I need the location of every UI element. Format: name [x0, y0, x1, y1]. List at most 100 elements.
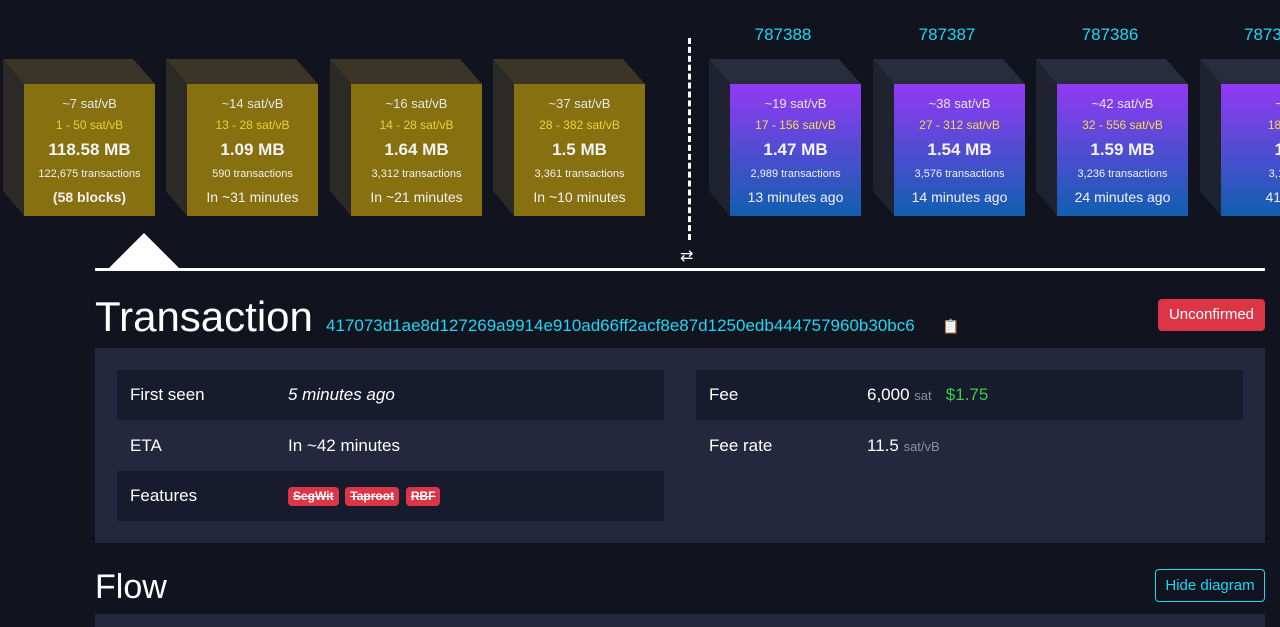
block-side-face	[3, 59, 24, 216]
block-eta: (58 blocks)	[52, 189, 127, 205]
block-height-link[interactable]: 787387	[877, 25, 1017, 45]
block-size: 1.59 MB	[1090, 140, 1155, 159]
fee-rate-row: Fee rate 11.5 sat/vB	[696, 421, 1243, 471]
block-top-face	[873, 59, 1025, 84]
block-fee-range: 14 - 28 sat/vB	[379, 118, 454, 132]
block-size: 1.64 MB	[384, 140, 449, 159]
block-side-face	[709, 59, 730, 216]
hide-diagram-button[interactable]: Hide diagram	[1155, 569, 1265, 602]
fee-rate-value: 11.5	[867, 436, 899, 455]
block-side-face	[330, 59, 351, 216]
mined-block[interactable]: ~19 sat/vB 17 - 156 sat/vB 1.47 MB 2,989…	[709, 59, 861, 216]
block-eta: In ~31 minutes	[206, 189, 299, 205]
block-size: 1.09 MB	[220, 140, 285, 159]
block-height-link[interactable]: 7873	[1204, 25, 1280, 45]
block-eta: In ~10 minutes	[533, 189, 626, 205]
block-median-fee: ~37 sat/vB	[548, 96, 611, 111]
fee-rate-label: Fee rate	[709, 436, 773, 455]
block-tx-count: 2,989 transactions	[750, 168, 841, 180]
eta-row: ETA In ~42 minutes	[117, 421, 664, 471]
block-tx-count: 3,312 transactions	[371, 168, 462, 180]
block-time: 14 minutes ago	[911, 189, 1008, 205]
block-size: 118.58 MB	[48, 140, 131, 159]
block-fee-range: 1 - 50 sat/vB	[55, 118, 124, 132]
features-list: SegWit Taproot RBF	[288, 471, 442, 521]
first-seen-row: First seen 5 minutes ago	[117, 370, 664, 420]
block-height-link[interactable]: 787386	[1040, 25, 1180, 45]
clipboard-icon[interactable]: 📋	[942, 318, 959, 335]
fee-unit: sat	[914, 388, 932, 403]
mined-block[interactable]: ~42 sat/vB 32 - 556 sat/vB 1.59 MB 3,236…	[1036, 59, 1188, 216]
status-badge: Unconfirmed	[1158, 299, 1265, 331]
pending-block[interactable]: ~7 sat/vB 1 - 50 sat/vB 118.58 MB 122,67…	[3, 59, 155, 216]
first-seen-label: First seen	[130, 385, 205, 404]
transaction-details-panel: First seen 5 minutes ago ETA In ~42 minu…	[95, 348, 1265, 543]
block-fee-range: 28 - 382 sat/vB	[539, 118, 620, 132]
block-top-face	[493, 59, 645, 84]
block-side-face	[493, 59, 514, 216]
selected-block-pointer-icon	[106, 233, 182, 271]
blockchain-strip: ~7 sat/vB 1 - 50 sat/vB 118.58 MB 122,67…	[0, 0, 1280, 275]
fee-rate-value-group: 11.5 sat/vB	[867, 421, 940, 472]
block-median-fee: ~19 sat/vB	[764, 96, 827, 111]
block-size: 1.5 MB	[552, 140, 607, 159]
block-front-face: ~7 sat/vB 1 - 50 sat/vB 118.58 MB 122,67…	[24, 84, 155, 216]
flow-diagram-panel	[95, 614, 1265, 627]
mempool-divider	[688, 38, 691, 240]
block-tx-count: 122,675 transactions	[38, 168, 141, 180]
block-side-face	[166, 59, 187, 216]
eta-label: ETA	[130, 436, 162, 455]
block-median-fee: ~14 sat/vB	[221, 96, 284, 111]
swap-direction-icon[interactable]: ⇄	[680, 246, 693, 266]
block-tx-count: 3,576 transactions	[914, 168, 1005, 180]
block-median-fee: ~7 sat/vB	[62, 96, 117, 111]
features-row: Features SegWit Taproot RBF	[117, 471, 664, 521]
feature-badge-rbf[interactable]: RBF	[405, 487, 441, 507]
fee-value-group: 6,000 sat $1.75	[867, 370, 988, 421]
block-top-face	[3, 59, 155, 84]
block-median-fee: ~38 sat/vB	[928, 96, 991, 111]
block-height-link[interactable]: 787388	[713, 25, 853, 45]
pending-block[interactable]: ~37 sat/vB 28 - 382 sat/vB 1.5 MB 3,361 …	[493, 59, 645, 216]
feature-badge-segwit[interactable]: SegWit	[288, 487, 339, 507]
block-time: 41 min	[1265, 189, 1280, 205]
block-fee-range: 13 - 28 sat/vB	[215, 118, 290, 132]
mined-block[interactable]: ~28 18 - 30 1.6 3,111 tr 41 min	[1200, 59, 1280, 216]
eta-value: In ~42 minutes	[288, 436, 400, 455]
fee-label: Fee	[709, 385, 739, 404]
block-top-face	[166, 59, 318, 84]
block-top-face	[1036, 59, 1188, 84]
block-median-fee: ~42 sat/vB	[1091, 96, 1154, 111]
block-size: 1.47 MB	[763, 140, 828, 159]
block-side-face	[873, 59, 894, 216]
feature-badge-taproot[interactable]: Taproot	[345, 487, 400, 507]
block-time: 13 minutes ago	[747, 189, 844, 205]
mined-block[interactable]: ~38 sat/vB 27 - 312 sat/vB 1.54 MB 3,576…	[873, 59, 1025, 216]
block-front-face: ~16 sat/vB 14 - 28 sat/vB 1.64 MB 3,312 …	[351, 84, 482, 216]
block-tx-count: 3,111 tr	[1268, 168, 1280, 180]
block-front-face: ~28 18 - 30 1.6 3,111 tr 41 min	[1221, 84, 1280, 216]
block-side-face	[1200, 59, 1221, 216]
first-seen-value: 5 minutes ago	[288, 385, 395, 404]
block-fee-range: 17 - 156 sat/vB	[755, 118, 836, 132]
block-median-fee: ~16 sat/vB	[385, 96, 448, 111]
pending-block[interactable]: ~14 sat/vB 13 - 28 sat/vB 1.09 MB 590 tr…	[166, 59, 318, 216]
block-front-face: ~42 sat/vB 32 - 556 sat/vB 1.59 MB 3,236…	[1057, 84, 1188, 216]
separator-line	[95, 268, 1265, 271]
fee-fiat[interactable]: $1.75	[946, 385, 989, 404]
txid-link[interactable]: 417073d1ae8d127269a9914e910ad66ff2acf8e8…	[326, 316, 915, 336]
block-time: 24 minutes ago	[1074, 189, 1171, 205]
block-tx-count: 3,236 transactions	[1077, 168, 1168, 180]
fee-row: Fee 6,000 sat $1.75	[696, 370, 1243, 420]
block-tx-count: 3,361 transactions	[534, 168, 625, 180]
flow-title: Flow	[95, 568, 167, 606]
block-front-face: ~14 sat/vB 13 - 28 sat/vB 1.09 MB 590 tr…	[187, 84, 318, 216]
block-fee-range: 18 - 30	[1267, 118, 1280, 132]
features-label: Features	[130, 486, 198, 505]
block-size: 1.54 MB	[927, 140, 992, 159]
block-top-face	[709, 59, 861, 84]
block-eta: In ~21 minutes	[370, 189, 463, 205]
pending-block[interactable]: ~16 sat/vB 14 - 28 sat/vB 1.64 MB 3,312 …	[330, 59, 482, 216]
block-fee-range: 32 - 556 sat/vB	[1082, 118, 1163, 132]
block-tx-count: 590 transactions	[212, 168, 293, 180]
